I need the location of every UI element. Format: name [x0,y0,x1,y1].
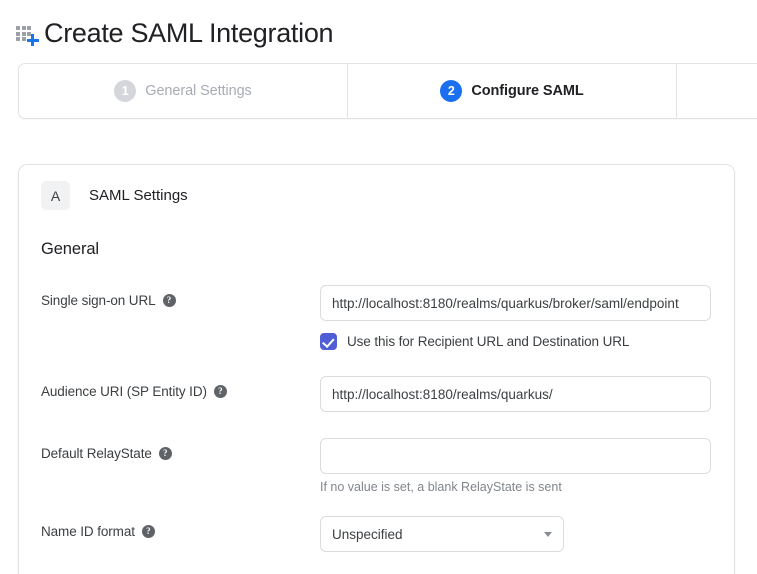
default-relaystate-helper-text: If no value is set, a blank RelayState i… [320,480,712,494]
help-icon-default-relaystate[interactable]: ? [159,447,172,460]
recipient-destination-checkbox-label: Use this for Recipient URL and Destinati… [347,334,629,349]
section-title-general: General [41,240,712,259]
step-2-badge: 2 [440,80,462,102]
name-id-format-label: Name ID format [41,524,135,539]
default-relaystate-control-group: If no value is set, a blank RelayState i… [320,438,712,494]
default-relaystate-label: Default RelayState [41,446,152,461]
card-header: A SAML Settings [41,181,712,210]
form-row-sso-url: Single sign-on URL ? Use this for Recipi… [41,285,712,350]
name-id-format-label-group: Name ID format ? [41,516,320,539]
section-letter-badge: A [41,181,70,210]
default-relaystate-input[interactable] [320,438,711,474]
name-id-format-select[interactable]: Unspecified [320,516,564,552]
sso-url-label-group: Single sign-on URL ? [41,285,320,308]
audience-uri-control-group [320,376,712,412]
recipient-destination-checkbox[interactable] [320,333,337,350]
grid-plus-icon [16,22,42,48]
name-id-format-selected-value: Unspecified [332,527,403,542]
form-row-name-id-format: Name ID format ? Unspecified [41,516,712,552]
saml-settings-card: A SAML Settings General Single sign-on U… [18,164,735,574]
recipient-destination-checkbox-row[interactable]: Use this for Recipient URL and Destinati… [320,333,712,350]
sso-url-control-group: Use this for Recipient URL and Destinati… [320,285,712,350]
step-1-badge: 1 [114,80,136,102]
name-id-format-control-group: Unspecified [320,516,712,552]
step-2-label: Configure SAML [471,83,583,99]
step-configure-saml[interactable]: 2 Configure SAML [348,64,677,118]
help-icon-audience-uri[interactable]: ? [214,385,227,398]
step-1-label: General Settings [145,83,251,99]
help-icon-name-id-format[interactable]: ? [142,525,155,538]
form-row-audience-uri: Audience URI (SP Entity ID) ? [41,376,712,412]
help-icon-sso-url[interactable]: ? [163,294,176,307]
default-relaystate-label-group: Default RelayState ? [41,438,320,461]
audience-uri-input[interactable] [320,376,711,412]
sso-url-input[interactable] [320,285,711,321]
step-3[interactable] [677,64,757,118]
sso-url-label: Single sign-on URL [41,293,156,308]
stepper: 1 General Settings 2 Configure SAML [18,63,757,119]
form-row-default-relaystate: Default RelayState ? If no value is set,… [41,438,712,494]
page-title: Create SAML Integration [44,20,333,47]
step-general-settings[interactable]: 1 General Settings [19,64,348,118]
chevron-down-icon [544,532,552,537]
audience-uri-label: Audience URI (SP Entity ID) [41,384,207,399]
page-header: Create SAML Integration [0,0,757,52]
card-title: SAML Settings [89,187,188,204]
audience-uri-label-group: Audience URI (SP Entity ID) ? [41,376,320,399]
